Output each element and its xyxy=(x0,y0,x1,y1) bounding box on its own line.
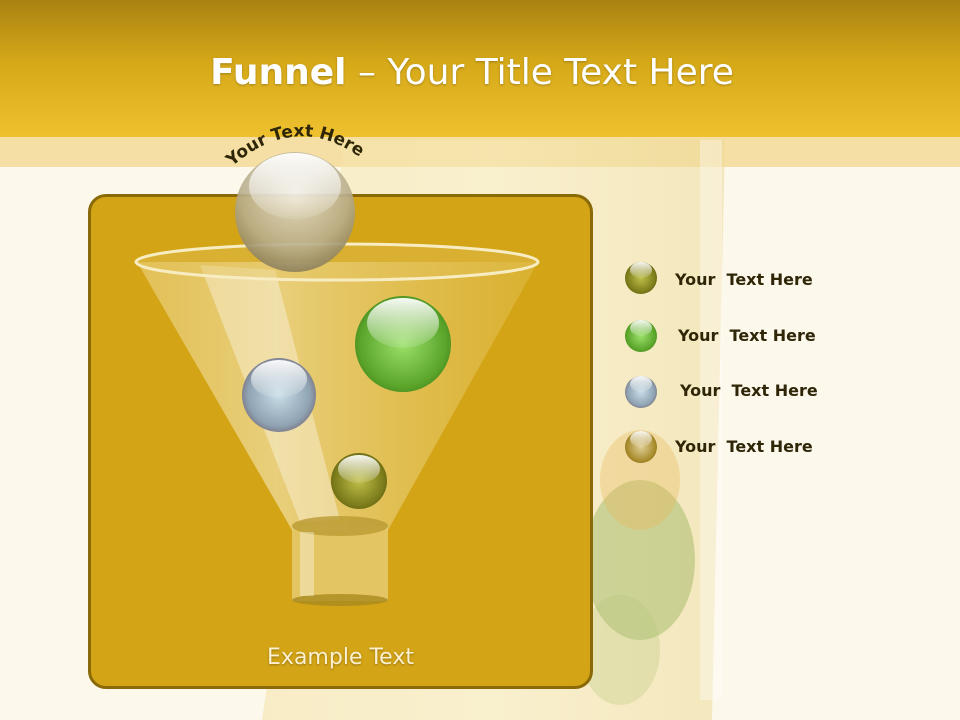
list-label-1: Your Text Here xyxy=(675,270,813,289)
blue-ball xyxy=(242,358,316,432)
green-ball xyxy=(355,296,451,392)
list-label-4: Your Text Here xyxy=(675,437,813,456)
olive-ball xyxy=(331,453,387,509)
legend-dot-1 xyxy=(625,262,657,294)
list-label-3: Your Text Here xyxy=(680,381,818,400)
funnel-spout xyxy=(292,516,388,606)
funnel-diagram: Your Text Here xyxy=(134,121,657,606)
legend-dot-2 xyxy=(625,320,657,352)
example-text: Example Text xyxy=(267,645,414,670)
list-label-2: Your Text Here xyxy=(678,326,816,345)
legend-dot-4 xyxy=(625,431,657,463)
top-ball xyxy=(235,152,355,272)
legend-dot-3 xyxy=(625,376,657,408)
